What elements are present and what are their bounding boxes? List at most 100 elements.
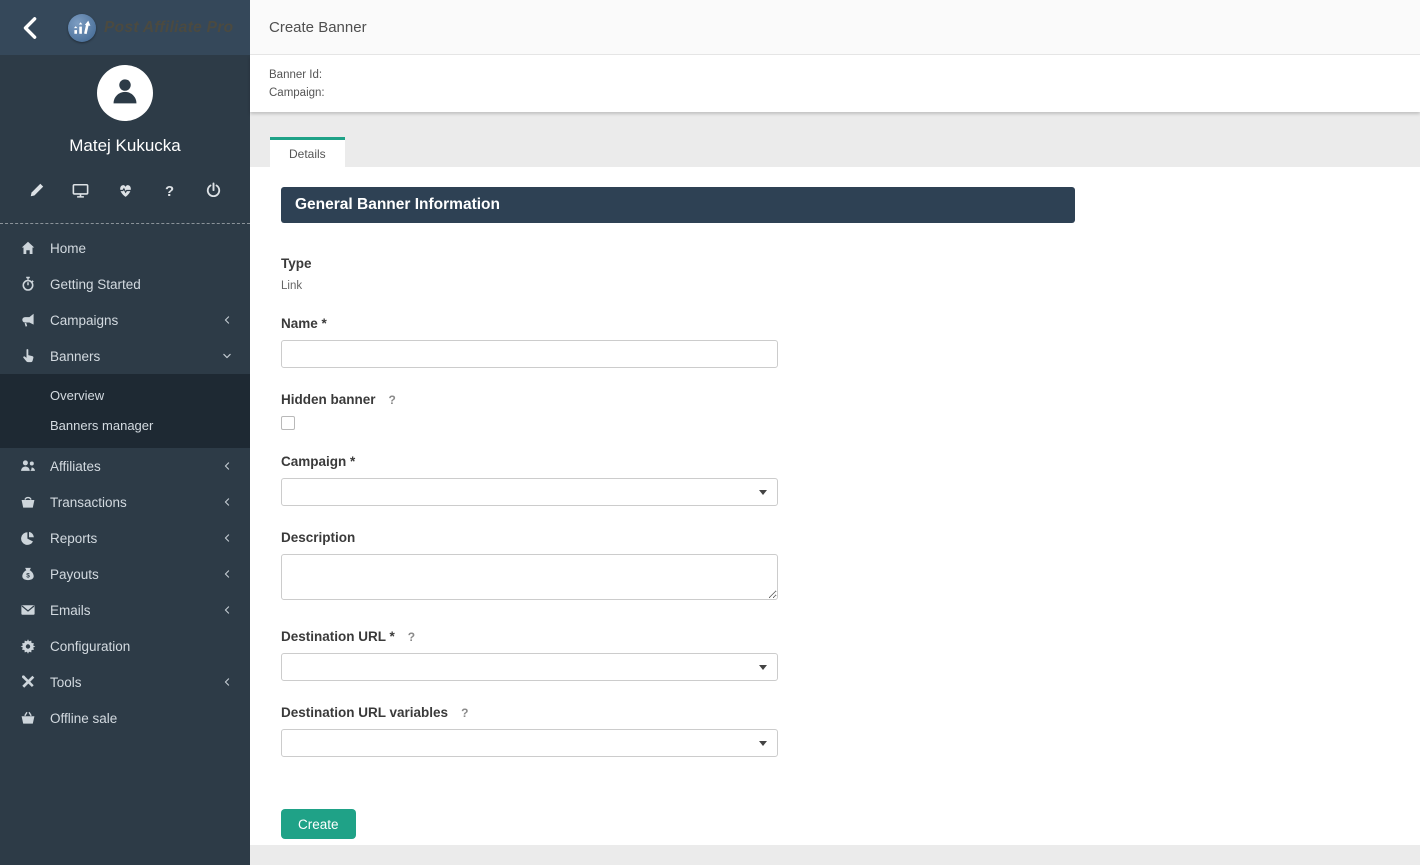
sidebar-item-label: Payouts [50,567,222,582]
sidebar-item-label: Affiliates [50,459,222,474]
sidebar-item-banners[interactable]: Banners [0,338,250,374]
hidden-banner-field: Hidden banner ? [281,392,1400,430]
destination-url-field: Destination URL * ? [281,629,1400,681]
home-icon [20,240,36,256]
campaign-field: Campaign * [281,454,1400,506]
back-button[interactable] [18,16,40,40]
app-window: Post Affiliate Pro Matej Kukucka ? Home G… [0,0,1420,865]
basket-icon [20,494,36,510]
sidebar-item-label: Emails [50,603,222,618]
chevron-left-icon [222,677,232,687]
svg-text:?: ? [165,184,174,199]
destination-url-label: Destination URL * [281,629,395,644]
sidebar-item-label: Getting Started [50,277,232,292]
content-area: Details General Banner Information Type … [250,112,1420,865]
sidebar: Post Affiliate Pro Matej Kukucka ? Home G… [0,0,250,865]
sidebar-item-reports[interactable]: Reports [0,520,250,556]
money-bag-icon: $ [20,566,36,582]
chevron-left-icon [222,605,232,615]
banner-form: Type Link Name * Hidden banner ? [281,256,1400,839]
chevron-left-icon [222,533,232,543]
chevron-down-icon [759,741,767,746]
sidebar-item-label: Home [50,241,232,256]
chevron-left-icon [222,461,232,471]
meta-strip: Banner Id: Campaign: [250,55,1420,112]
sidebar-item-tools[interactable]: Tools [0,664,250,700]
sidebar-subitem-overview[interactable]: Overview [0,381,250,411]
sidebar-item-label: Tools [50,675,222,690]
sidebar-item-label: Campaigns [50,313,222,328]
sidebar-item-emails[interactable]: Emails [0,592,250,628]
tab-details[interactable]: Details [270,137,345,167]
description-label: Description [281,530,355,545]
sidebar-item-transactions[interactable]: Transactions [0,484,250,520]
banner-id-label: Banner Id: [269,66,1420,84]
sidebar-item-home[interactable]: Home [0,230,250,266]
create-button[interactable]: Create [281,809,356,839]
destination-url-select[interactable] [281,653,778,681]
sidebar-item-affiliates[interactable]: Affiliates [0,448,250,484]
pencil-icon[interactable] [28,182,45,199]
destination-url-variables-select[interactable] [281,729,778,757]
campaign-select[interactable] [281,478,778,506]
person-icon [108,74,142,113]
sidebar-item-configuration[interactable]: Configuration [0,628,250,664]
help-icon[interactable]: ? [161,182,178,199]
details-panel: General Banner Information Type Link Nam… [250,167,1420,845]
hidden-banner-label: Hidden banner [281,392,376,407]
page-header: Create Banner [250,0,1420,55]
sidebar-item-label: Transactions [50,495,222,510]
chevron-left-icon [222,497,232,507]
section-header: General Banner Information [281,187,1075,223]
users-icon [20,458,36,474]
campaign-meta-label: Campaign: [269,84,1420,102]
sidebar-header: Post Affiliate Pro [0,0,250,55]
megaphone-icon [20,312,36,328]
sidebar-subitem-banners-manager[interactable]: Banners manager [0,411,250,441]
type-value: Link [281,280,1400,292]
stopwatch-icon [20,276,36,292]
brand-logo-icon[interactable] [68,14,96,42]
tabs-row: Details [270,137,1420,167]
sidebar-nav: Home Getting Started Campaigns Banners Overv… [0,224,250,736]
page-title: Create Banner [269,19,367,36]
chevron-left-icon [222,315,232,325]
sidebar-item-getting-started[interactable]: Getting Started [0,266,250,302]
description-textarea[interactable] [281,554,778,600]
sidebar-item-offline-sale[interactable]: Offline sale [0,700,250,736]
hidden-banner-checkbox[interactable] [281,416,295,430]
destination-url-help-icon[interactable]: ? [408,630,415,644]
sidebar-item-label: Configuration [50,639,232,654]
brand-name: Post Affiliate Pro [104,19,233,37]
sidebar-item-label: Banners [50,349,222,364]
campaign-label: Campaign * [281,454,355,469]
gear-icon [20,638,36,654]
monitor-icon[interactable] [72,182,89,199]
hidden-banner-help-icon[interactable]: ? [389,393,396,407]
envelope-icon [20,602,36,618]
destination-url-variables-help-icon[interactable]: ? [461,706,468,720]
sidebar-item-label: Offline sale [50,711,232,726]
description-field: Description [281,530,1400,605]
quick-actions-row: ? [0,182,250,199]
type-label: Type [281,256,312,271]
avatar[interactable] [97,65,153,121]
submenu-banners: OverviewBanners manager [0,374,250,448]
tools-icon [20,674,36,690]
user-name: Matej Kukucka [0,136,250,156]
pie-chart-icon [20,530,36,546]
chevron-left-icon [222,569,232,579]
name-input[interactable] [281,340,778,368]
power-icon[interactable] [205,182,222,199]
sidebar-item-campaigns[interactable]: Campaigns [0,302,250,338]
type-field: Type Link [281,256,1400,292]
chevron-down-icon [222,351,232,361]
name-label: Name * [281,316,327,331]
chevron-down-icon [759,665,767,670]
heartbeat-icon[interactable] [117,182,134,199]
back-icon [18,16,40,40]
logo-arrows-icon [68,14,96,42]
destination-url-variables-label: Destination URL variables [281,705,448,720]
sidebar-item-payouts[interactable]: $ Payouts [0,556,250,592]
sidebar-item-label: Reports [50,531,222,546]
